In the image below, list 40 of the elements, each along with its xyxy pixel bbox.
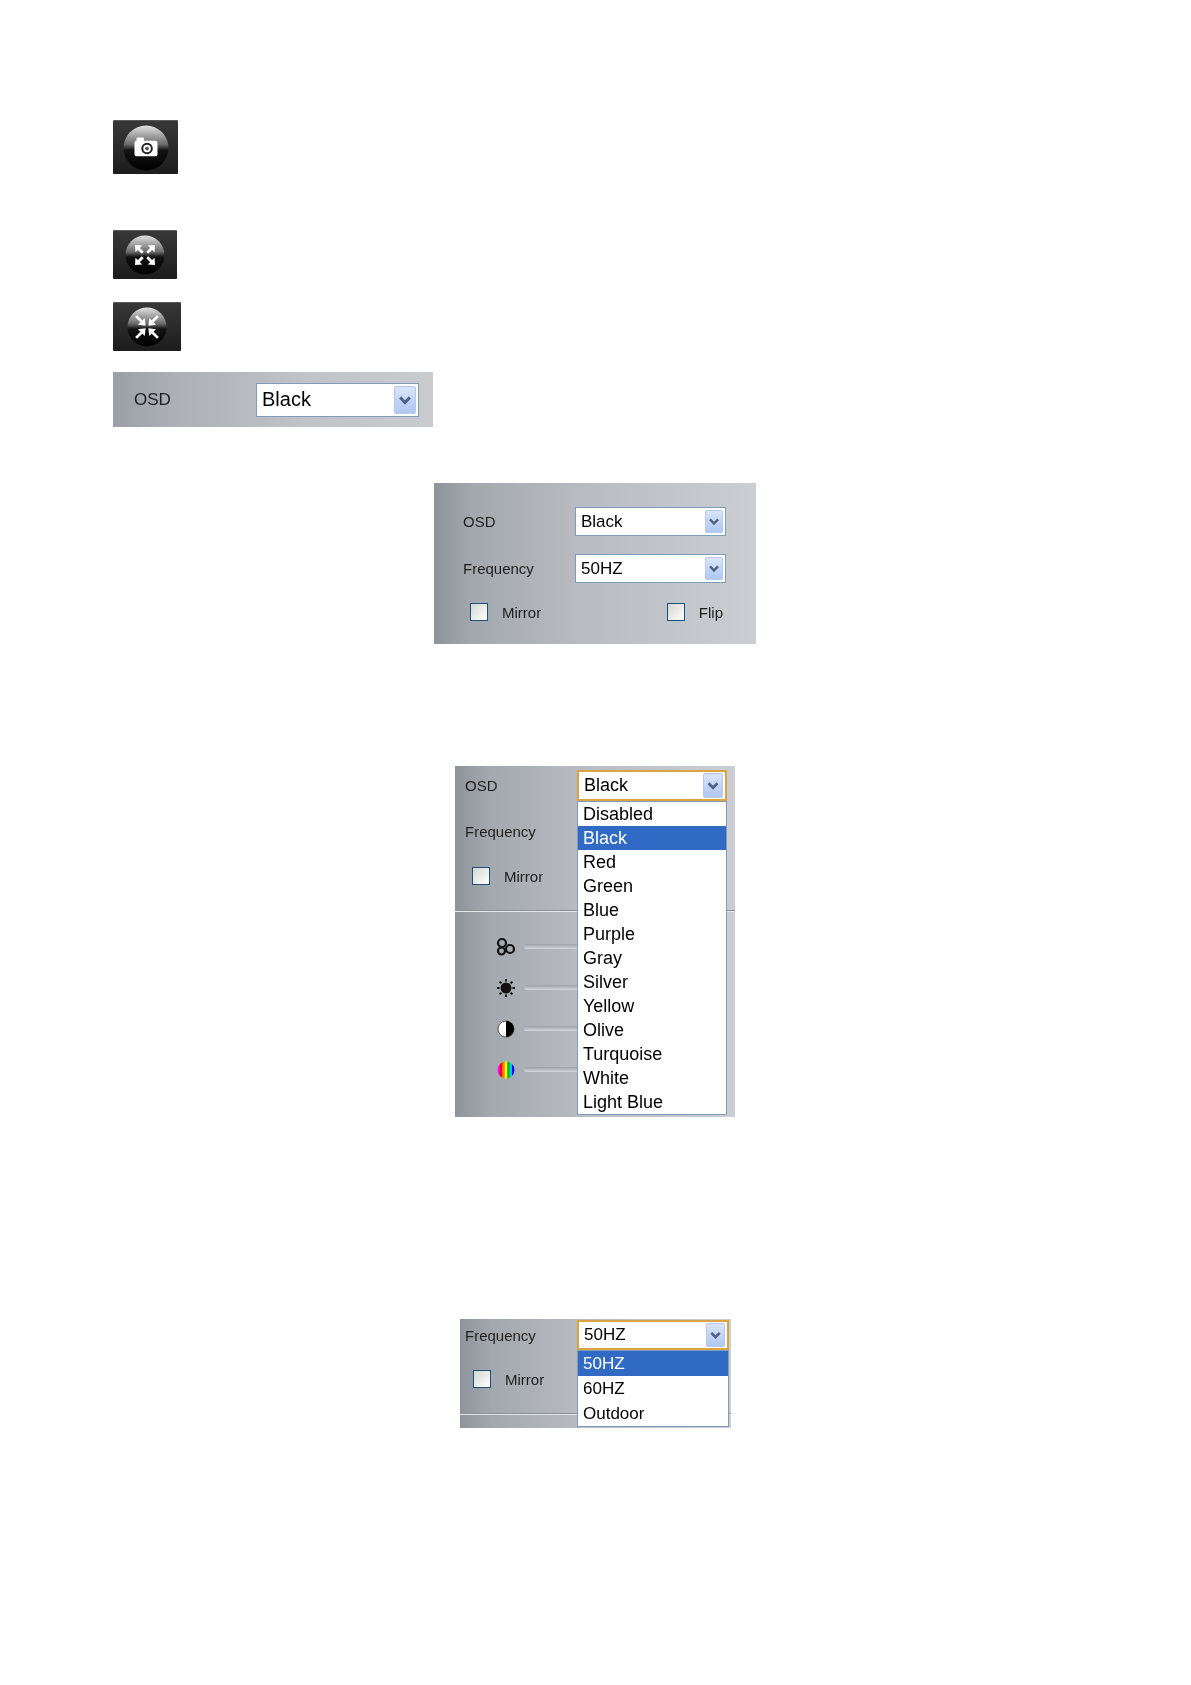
slider-track[interactable] [524, 1026, 579, 1031]
dropdown-option[interactable]: Black [578, 826, 726, 850]
checkbox[interactable] [666, 603, 685, 621]
checkbox-label: Mirror [502, 603, 542, 621]
expand-button[interactable] [113, 230, 177, 279]
linked-rings-icon [495, 936, 517, 957]
field-label: OSD [134, 389, 172, 410]
dropdown-option[interactable]: 50HZ [578, 1351, 728, 1376]
camera-button[interactable] [113, 120, 178, 174]
slider-track[interactable] [524, 1067, 579, 1072]
checkbox-label: Mirror [504, 867, 544, 885]
rainbow-circle-icon [497, 1060, 515, 1079]
chevron-icon [706, 1323, 725, 1347]
dropdown-select[interactable]: Black [577, 770, 727, 801]
field-label: OSD [463, 513, 497, 530]
checkbox[interactable] [472, 867, 490, 885]
dropdown-select[interactable]: 50HZ [575, 554, 726, 583]
field-label: Frequency [463, 560, 535, 577]
chevron-icon [705, 557, 723, 580]
chevron-icon [705, 510, 723, 533]
expand-arrows-icon [125, 235, 165, 275]
dropdown-select[interactable]: Black [256, 382, 419, 417]
chevron-icon [703, 773, 723, 798]
checkbox[interactable] [473, 1370, 491, 1388]
field-label: OSD [465, 777, 499, 794]
contrast-icon [497, 1019, 515, 1038]
collapse-button[interactable] [113, 302, 181, 351]
checkbox-label: Mirror [505, 1370, 545, 1388]
dropdown-select[interactable]: 50HZ [577, 1320, 729, 1350]
camera-icon [122, 124, 169, 171]
checkbox[interactable] [470, 603, 488, 621]
sun-icon [495, 976, 517, 999]
chevron-icon [394, 385, 416, 414]
field-label: Frequency [465, 823, 537, 840]
slider-track[interactable] [524, 985, 579, 990]
dropdown-select[interactable]: Black [575, 507, 726, 536]
checkbox-label: Flip [698, 603, 723, 621]
collapse-arrows-icon [127, 307, 167, 347]
field-label: Frequency [465, 1326, 537, 1344]
slider-track[interactable] [524, 944, 579, 949]
